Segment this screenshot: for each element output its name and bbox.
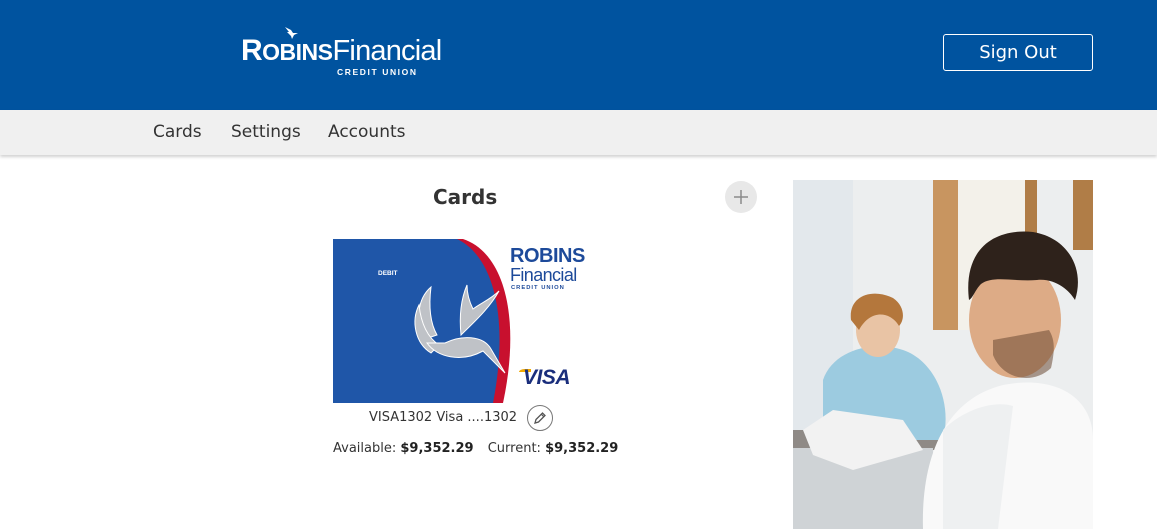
- logo-financial: Financial: [332, 35, 443, 67]
- page-title: Cards: [433, 185, 498, 209]
- logo-credit-union: CREDIT UNION: [337, 67, 418, 77]
- current-label: Current:: [487, 441, 541, 456]
- available-balance: $9,352.29: [400, 441, 474, 456]
- logo-wordmark: ROBINSFinancial: [241, 34, 443, 67]
- pencil-icon: [534, 412, 546, 424]
- card-brand-financial: Financial: [510, 265, 577, 285]
- card-name-label: VISA1302 Visa ....1302: [369, 410, 518, 425]
- nav-item-accounts[interactable]: Accounts: [328, 122, 406, 142]
- people-studying-image: [793, 180, 1093, 529]
- main-nav: Cards Settings Accounts: [0, 110, 1157, 155]
- promo-photo: [793, 180, 1093, 529]
- nav-item-cards[interactable]: Cards: [153, 122, 202, 142]
- add-card-button[interactable]: [725, 181, 757, 213]
- card-balances: Available: $9,352.29 Current: $9,352.29: [333, 441, 618, 456]
- available-label: Available:: [333, 441, 397, 456]
- edit-card-button[interactable]: [527, 405, 553, 431]
- nav-item-settings[interactable]: Settings: [231, 122, 301, 142]
- logo-robins: ROBINS: [241, 34, 333, 67]
- app-header: ROBINSFinancial CREDIT UNION Sign Out: [0, 0, 1157, 110]
- card-type-label: DEBIT: [378, 270, 398, 277]
- card-brand-robins: ROBINS: [510, 245, 585, 267]
- card-brand-credit-union: CREDIT UNION: [511, 285, 565, 291]
- card-network-logo: VISA: [523, 366, 571, 389]
- plus-icon: [734, 190, 748, 204]
- debit-card-image[interactable]: DEBIT ROBINS Financial CREDIT UNION VISA: [333, 239, 587, 403]
- current-balance: $9,352.29: [545, 441, 619, 456]
- sign-out-button[interactable]: Sign Out: [943, 34, 1093, 71]
